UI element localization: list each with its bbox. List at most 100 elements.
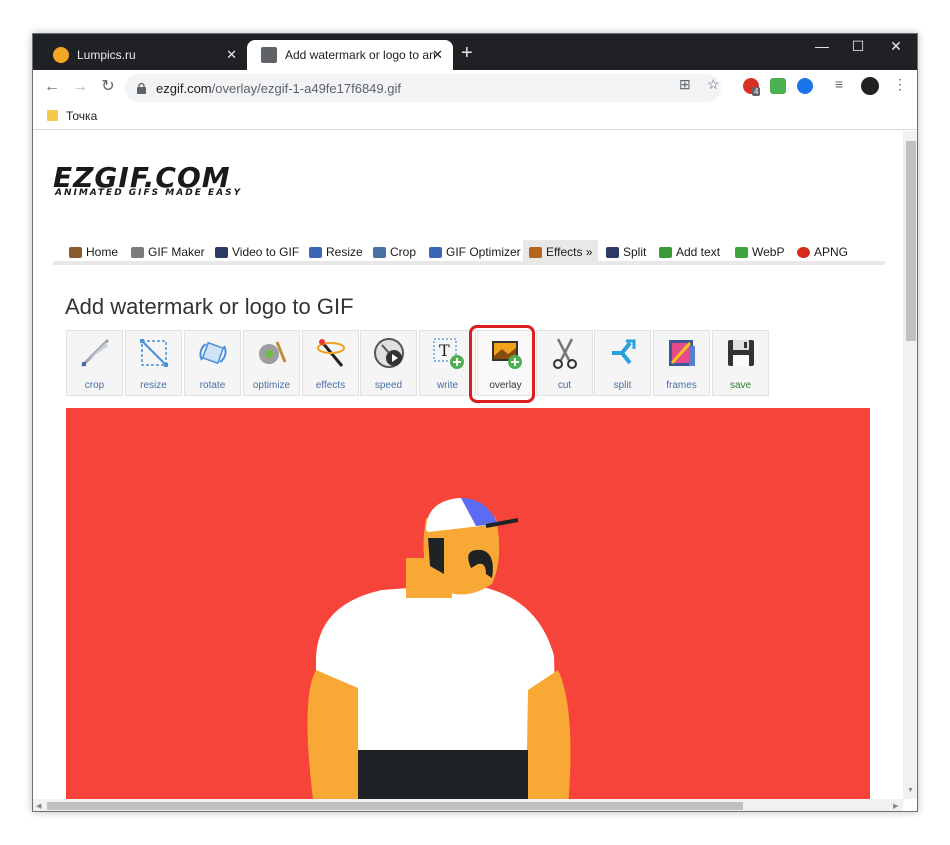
menu-item-split[interactable]: Split bbox=[606, 240, 646, 264]
close-window-button[interactable]: ✕ bbox=[881, 38, 911, 55]
bookmark-tochka[interactable]: Точка bbox=[66, 109, 97, 123]
close-tab-icon[interactable]: ✕ bbox=[432, 47, 443, 63]
maximize-button[interactable]: ☐ bbox=[843, 38, 873, 55]
reading-list-icon[interactable]: ≡ bbox=[835, 76, 843, 92]
page-title: Add watermark or logo to GIF bbox=[65, 294, 354, 319]
optimizer-icon bbox=[429, 246, 442, 258]
menu-label: APNG bbox=[814, 245, 849, 259]
url-path: /overlay/ezgif-1-a49fe17f6849.gif bbox=[211, 80, 401, 96]
menu-label: WebP bbox=[752, 245, 785, 259]
tool-label: resize bbox=[140, 380, 167, 391]
rotate-tool-icon bbox=[199, 341, 227, 365]
tool-frames[interactable]: frames bbox=[653, 330, 710, 396]
menu-dots-icon[interactable]: ⋮ bbox=[893, 76, 907, 93]
tool-crop[interactable]: crop bbox=[66, 330, 123, 396]
menu-item-resize[interactable]: Resize bbox=[309, 240, 363, 264]
effects-tool-icon bbox=[317, 339, 345, 367]
ezgif-favicon-icon bbox=[261, 47, 277, 63]
menu-item-video-to-gif[interactable]: Video to GIF bbox=[215, 240, 299, 264]
close-tab-icon[interactable]: ✕ bbox=[226, 47, 237, 63]
tool-label: cut bbox=[557, 380, 572, 391]
gif-preview bbox=[66, 408, 870, 799]
site-tagline: ANIMATED GIFS MADE EASY bbox=[55, 188, 243, 198]
overlay-highlight-frame bbox=[469, 325, 535, 403]
tool-write[interactable]: T write bbox=[419, 330, 476, 396]
horizontal-scrollbar[interactable]: ◀ ▶ bbox=[33, 799, 903, 811]
frames-tool-icon bbox=[669, 340, 695, 366]
lock-icon bbox=[137, 82, 146, 94]
vertical-scrollbar[interactable]: ▼ bbox=[903, 131, 917, 799]
tool-label: speed bbox=[374, 380, 403, 391]
folder-icon bbox=[47, 110, 58, 121]
menu-label: GIF Maker bbox=[148, 245, 205, 259]
reload-button[interactable]: ↻ bbox=[97, 76, 119, 98]
menu-item-apng[interactable]: APNG bbox=[797, 240, 848, 264]
menu-label: Add text bbox=[676, 245, 721, 259]
tool-effects[interactable]: effects bbox=[302, 330, 359, 396]
tool-speed[interactable]: speed bbox=[360, 330, 417, 396]
menu-label: Home bbox=[86, 245, 119, 259]
tool-label: write bbox=[436, 380, 459, 391]
tool-label: split bbox=[613, 380, 632, 391]
new-tab-button[interactable]: + bbox=[461, 43, 473, 63]
tab-lumpics[interactable]: Lumpics.ru ✕ bbox=[39, 40, 247, 70]
bookmark-star-icon[interactable]: ☆ bbox=[707, 76, 720, 93]
tool-cut[interactable]: cut bbox=[536, 330, 593, 396]
tool-split[interactable]: split bbox=[594, 330, 651, 396]
tool-save[interactable]: save bbox=[712, 330, 769, 396]
menu-item-effects[interactable]: Effects » bbox=[523, 240, 599, 264]
bookmarks-bar: Точка bbox=[33, 104, 917, 130]
globe-extension-icon[interactable] bbox=[797, 78, 813, 94]
profile-avatar[interactable] bbox=[861, 77, 879, 95]
scroll-down-arrow-icon[interactable]: ▼ bbox=[907, 787, 914, 794]
menu-item-gif-optimizer[interactable]: GIF Optimizer bbox=[429, 240, 521, 264]
text-icon bbox=[659, 246, 672, 258]
forward-button[interactable]: → bbox=[69, 76, 91, 98]
tool-resize[interactable]: resize bbox=[125, 330, 182, 396]
translate-icon[interactable]: ⊞ bbox=[679, 76, 691, 93]
browser-toolbar: ← → ↻ ezgif.com/overlay/ezgif-1-a49fe17f… bbox=[33, 70, 917, 104]
menu-item-home[interactable]: Home bbox=[69, 240, 118, 264]
scroll-left-arrow-icon[interactable]: ◀ bbox=[36, 802, 41, 810]
browser-window: Lumpics.ru ✕ Add watermark or logo to an… bbox=[32, 33, 918, 812]
tool-label: save bbox=[729, 380, 752, 391]
menu-item-webp[interactable]: WebP bbox=[735, 240, 784, 264]
address-bar[interactable]: ezgif.com/overlay/ezgif-1-a49fe17f6849.g… bbox=[125, 74, 721, 102]
cut-tool-icon bbox=[553, 338, 577, 369]
tool-optimize[interactable]: optimize bbox=[243, 330, 300, 396]
home-icon bbox=[69, 246, 82, 258]
tool-label: rotate bbox=[199, 380, 226, 391]
page-viewport: EZGIF.COM ANIMATED GIFS MADE EASY Home G… bbox=[33, 131, 903, 799]
film-icon bbox=[131, 246, 144, 258]
tab-ezgif[interactable]: Add watermark or logo to anima ✕ bbox=[247, 40, 453, 70]
speed-tool-icon bbox=[374, 338, 404, 368]
horizontal-scroll-thumb[interactable] bbox=[47, 802, 743, 810]
tool-label: effects bbox=[315, 380, 346, 391]
scroll-right-arrow-icon[interactable]: ▶ bbox=[893, 802, 898, 810]
music-extension-icon[interactable] bbox=[770, 78, 786, 94]
menu-label: Video to GIF bbox=[232, 245, 300, 259]
back-button[interactable]: ← bbox=[41, 76, 63, 98]
minimize-button[interactable]: — bbox=[807, 38, 837, 54]
webp-icon bbox=[735, 246, 748, 258]
menu-item-add-text[interactable]: Add text bbox=[659, 240, 720, 264]
vertical-scroll-thumb[interactable] bbox=[906, 141, 916, 341]
split-tool-icon bbox=[612, 339, 636, 365]
apng-icon bbox=[797, 246, 810, 258]
tool-label: frames bbox=[666, 380, 697, 391]
optimize-tool-icon bbox=[259, 341, 287, 364]
lumpics-favicon-icon bbox=[53, 47, 69, 63]
resize-icon bbox=[309, 246, 322, 258]
tool-rotate[interactable]: rotate bbox=[184, 330, 241, 396]
menu-item-gif-maker[interactable]: GIF Maker bbox=[131, 240, 205, 264]
menu-label: GIF Optimizer bbox=[446, 245, 521, 259]
tab-strip: Lumpics.ru ✕ Add watermark or logo to an… bbox=[33, 34, 917, 70]
crop-tool-icon bbox=[80, 338, 110, 368]
menu-item-crop[interactable]: Crop bbox=[373, 240, 416, 264]
extension-badge: 4 bbox=[752, 87, 761, 96]
menu-label: Split bbox=[623, 245, 647, 259]
tab-title: Add watermark or logo to anima bbox=[285, 48, 435, 62]
effects-icon bbox=[529, 246, 542, 258]
resize-tool-icon bbox=[140, 339, 168, 367]
save-tool-icon bbox=[728, 340, 754, 366]
